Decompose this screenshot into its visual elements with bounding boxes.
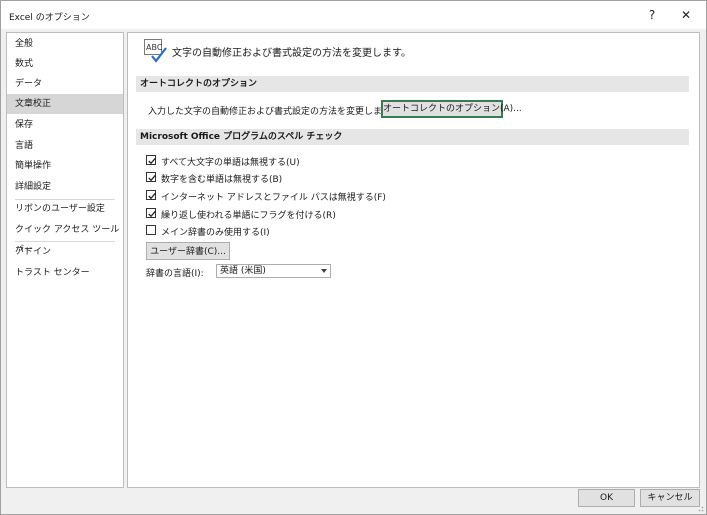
dictionary-language-select[interactable]: 英語 (米国) [216, 264, 331, 278]
help-button[interactable]: ? [641, 6, 663, 24]
proofing-panel: ABC 文字の自動修正および書式設定の方法を変更します。 オートコレクトのオプシ… [127, 32, 700, 488]
nav-item-quick-access-toolbar[interactable]: クイック アクセス ツール バー [7, 220, 123, 255]
nav-item-general[interactable]: 全般 [7, 34, 123, 54]
ignore-internet-addresses-checkbox[interactable] [146, 190, 156, 200]
panel-description: 文字の自動修正および書式設定の方法を変更します。 [172, 48, 411, 59]
nav-item-data[interactable]: データ [7, 74, 123, 94]
options-dialog: Excel のオプション ? ✕ 全般 数式 データ 文章校正 保存 言語 簡単… [0, 0, 707, 515]
svg-text:ABC: ABC [146, 43, 163, 52]
flag-repeated-words-label: 繰り返し使われる単語にフラグを付ける(R) [161, 211, 336, 221]
dictionary-language-label: 辞書の言語(I): [146, 269, 204, 279]
main-dictionary-only-checkbox[interactable] [146, 225, 156, 235]
category-nav: 全般 数式 データ 文章校正 保存 言語 簡単操作 詳細設定 リボンのユーザー設… [6, 32, 124, 488]
ignore-uppercase-label: すべて大文字の単語は無視する(U) [161, 158, 300, 168]
nav-item-advanced[interactable]: 詳細設定 [7, 177, 123, 197]
autocorrect-options-button[interactable]: オートコレクトのオプション(A)... [381, 100, 522, 118]
nav-item-formulas[interactable]: 数式 [7, 54, 123, 74]
ignore-uppercase-checkbox[interactable] [146, 155, 156, 165]
nav-item-addins[interactable]: アドイン [7, 242, 123, 262]
chevron-down-icon [321, 269, 327, 273]
nav-item-save[interactable]: 保存 [7, 115, 123, 135]
resize-grip-icon[interactable] [696, 504, 704, 512]
nav-item-trust-center[interactable]: トラスト センター [7, 263, 123, 283]
ignore-numbers-checkbox[interactable] [146, 172, 156, 182]
close-button[interactable]: ✕ [675, 6, 697, 24]
nav-item-proofing[interactable]: 文章校正 [7, 94, 123, 114]
abc-check-icon: ABC [144, 39, 168, 63]
nav-item-customize-ribbon[interactable]: リボンのユーザー設定 [7, 199, 123, 219]
window-title: Excel のオプション [9, 13, 90, 23]
custom-dictionaries-button[interactable]: ユーザー辞書(C)... [146, 242, 230, 260]
nav-item-language[interactable]: 言語 [7, 136, 123, 156]
title-bar: Excel のオプション ? ✕ [1, 1, 706, 29]
dictionary-language-value: 英語 (米国) [220, 266, 266, 276]
ignore-numbers-label: 数字を含む単語は無視する(B) [161, 175, 283, 185]
autocorrect-description: 入力した文字の自動修正および書式設定の方法を変更します: [148, 107, 395, 117]
spelling-section-header: Microsoft Office プログラムのスペル チェック [136, 129, 689, 145]
ok-button[interactable]: OK [578, 489, 635, 507]
ignore-internet-addresses-label: インターネット アドレスとファイル パスは無視する(F) [161, 193, 386, 203]
main-dictionary-only-label: メイン辞書のみ使用する(I) [161, 228, 270, 238]
nav-item-accessibility[interactable]: 簡単操作 [7, 156, 123, 176]
flag-repeated-words-checkbox[interactable] [146, 208, 156, 218]
cancel-button[interactable]: キャンセル [640, 489, 700, 507]
autocorrect-section-header: オートコレクトのオプション [136, 76, 689, 92]
